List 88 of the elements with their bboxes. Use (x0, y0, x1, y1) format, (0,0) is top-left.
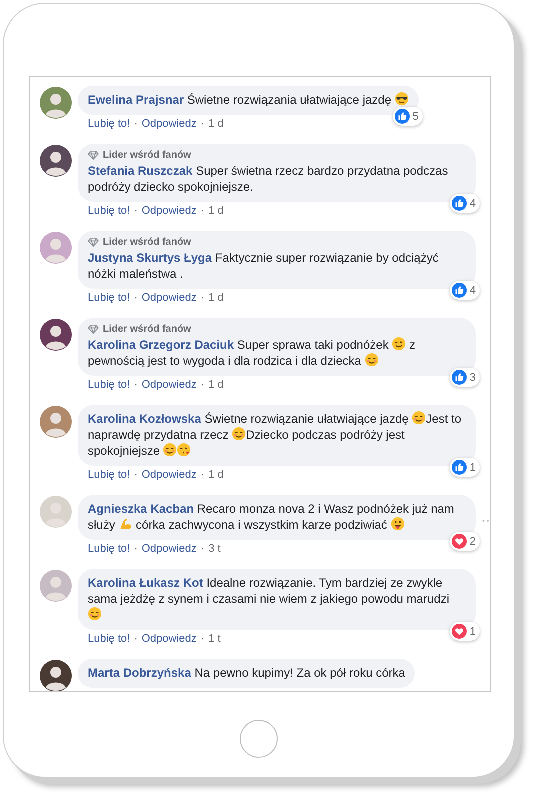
reaction-count[interactable]: 1 (450, 622, 480, 641)
reaction-count[interactable]: 5 (392, 107, 423, 126)
separator: · (134, 543, 138, 555)
reaction-count[interactable]: 2 (450, 532, 480, 551)
author-link[interactable]: Agnieszka Kacban (88, 502, 194, 516)
comment-text: Karolina Łukasz Kot Idealne rozwiązanie. Tym bardziej ze zwykle sama jeżdżę z synem i czasami nie wiem z jakiego powodu marudzi (88, 575, 466, 623)
avatar (40, 660, 72, 691)
smiling-emoji-icon (232, 427, 246, 441)
avatar (40, 87, 72, 119)
reply-link[interactable]: Odpowiedz (142, 292, 197, 304)
reaction-count[interactable]: 4 (450, 194, 480, 213)
smiling-emoji-icon (412, 411, 426, 425)
thumbs-up-icon (394, 109, 410, 124)
comment-text: Agnieszka Kacban Recaro monza nova 2 i Wasz podnóżek już nam służy córka zachwycona i wszystkim karze podziwiać (88, 501, 456, 533)
separator: · (200, 118, 205, 130)
kiss-emoji-icon (177, 443, 192, 457)
separator: · (134, 469, 138, 481)
like-link[interactable]: Lubię to! (88, 292, 130, 304)
reply-link[interactable]: Odpowiedz (142, 633, 197, 645)
author-link[interactable]: Karolina Łukasz Kot (88, 576, 204, 590)
author-link[interactable]: Justyna Skurtys Łyga (88, 251, 212, 265)
reply-link[interactable]: Odpowiedz (142, 543, 197, 555)
separator: · (200, 469, 205, 481)
reaction-count[interactable]: 1 (450, 458, 480, 477)
comment-text: Ewelina Prajsnar Świetne rozwiązania ułatwiające jazdę (88, 92, 409, 108)
reaction-count[interactable]: 3 (450, 368, 480, 387)
smiling-emoji-icon (88, 607, 102, 621)
home-button[interactable] (240, 720, 278, 758)
separator: · (134, 205, 138, 217)
comment-time: 3 t (208, 543, 221, 555)
separator: · (200, 292, 205, 304)
comment-text: Karolina Grzegorz Daciuk Super sprawa taki podnóżek z pewnością jest to wygoda i dla rodzica i dla dziecka (88, 337, 416, 369)
comment-time: 1 d (208, 469, 224, 481)
reply-link[interactable]: Odpowiedz (142, 118, 197, 130)
like-link[interactable]: Lubię to! (88, 543, 130, 555)
author-link[interactable]: Ewelina Prajsnar (88, 93, 184, 107)
separator: · (200, 205, 205, 217)
avatar (40, 319, 72, 351)
avatar (40, 496, 72, 528)
author-link[interactable]: Karolina Kozłowska (88, 412, 202, 426)
diamond-icon (88, 325, 99, 334)
comment-time: 1 d (208, 292, 224, 304)
reply-link[interactable]: Odpowiedz (142, 469, 197, 481)
comment-time: 1 d (208, 379, 224, 391)
diamond-icon (88, 151, 99, 160)
thumbs-up-icon (452, 370, 467, 385)
comment-text: Stefania Ruszczak Super świetna rzecz bardzo przydatna podczas podróży dziecko spokojniejsze. (88, 163, 450, 195)
comment-text: Justyna Skurtys Łyga Faktycznie super rozwiązanie by odciążyć nóżki maleństwa . (88, 250, 440, 282)
reply-link[interactable]: Odpowiedz (142, 205, 197, 217)
reply-link[interactable]: Odpowiedz (142, 379, 197, 391)
fan-badge-label: Lider wśród fanów (103, 150, 192, 161)
author-link[interactable]: Karolina Grzegorz Daciuk (88, 338, 234, 352)
flexed-arm-emoji-icon (118, 517, 133, 531)
avatar (40, 145, 72, 177)
reaction-count[interactable]: 4 (450, 281, 480, 300)
comment-time: 1 d (208, 205, 224, 217)
comment-text: Marta Dobrzyńska Na pewno kupimy! Za ok pół roku córka (88, 665, 406, 681)
smiling-emoji-icon (364, 353, 379, 367)
like-link[interactable]: Lubię to! (88, 118, 130, 130)
thumbs-up-icon (452, 460, 467, 475)
separator: · (134, 118, 138, 130)
fan-badge-label: Lider wśród fanów (103, 324, 192, 335)
avatar (40, 406, 72, 438)
like-link[interactable]: Lubię to! (88, 633, 130, 645)
diamond-icon (88, 238, 99, 247)
thumbs-up-icon (452, 196, 467, 211)
sunglasses-emoji-icon (394, 92, 409, 106)
separator: · (134, 292, 138, 304)
winking-emoji-icon (392, 337, 406, 351)
comment-time: 1 d (208, 118, 224, 130)
like-link[interactable]: Lubię to! (88, 205, 130, 217)
avatar (40, 570, 72, 602)
author-link[interactable]: Stefania Ruszczak (88, 164, 193, 178)
tongue-emoji-icon (390, 517, 405, 531)
comment-time: 1 t (208, 633, 221, 645)
separator: · (200, 633, 205, 645)
avatar (40, 232, 72, 264)
like-link[interactable]: Lubię to! (88, 469, 130, 481)
comment-text: Karolina Kozłowska Świetne rozwiązanie ułatwiające jazdę Jest to naprawdę przydatna rzecz Dziecko podczas podróży jest spokojniejsze (88, 411, 463, 459)
author-link[interactable]: Marta Dobrzyńska (88, 666, 192, 680)
smiling-emoji-icon (163, 443, 178, 457)
separator: · (134, 379, 138, 391)
fan-badge-label: Lider wśród fanów (103, 237, 192, 248)
separator: · (200, 543, 205, 555)
separator: · (134, 633, 138, 645)
thumbs-up-icon (452, 283, 467, 298)
like-link[interactable]: Lubię to! (88, 379, 130, 391)
separator: · (200, 379, 205, 391)
